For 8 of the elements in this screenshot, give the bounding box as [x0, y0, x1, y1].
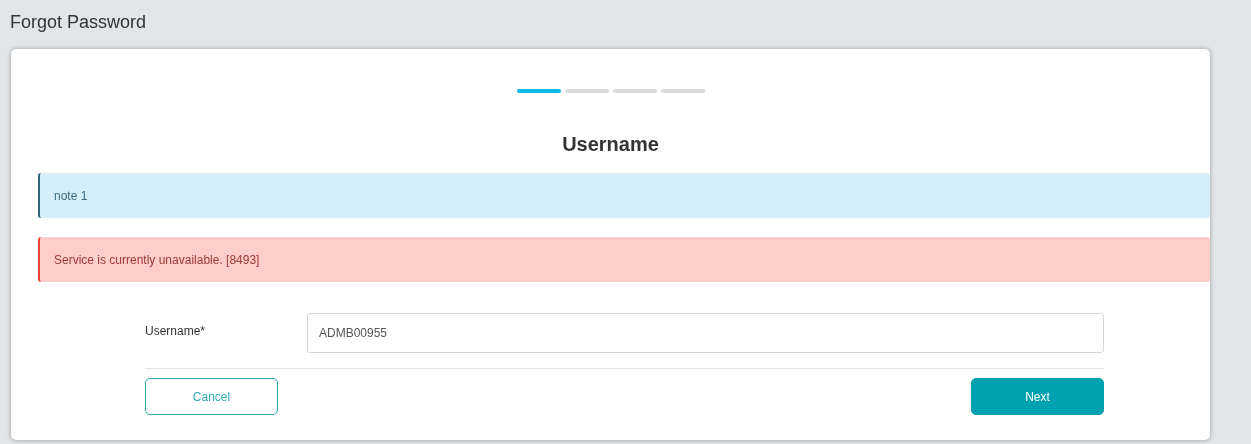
cancel-button[interactable]: Cancel [145, 378, 278, 415]
field-label: Username* [145, 323, 207, 340]
step-heading: Username [562, 132, 659, 157]
error-alert: Service is currently unavailable. [8493] [38, 237, 1210, 282]
username-field[interactable]: ADMB00955 [307, 313, 1104, 353]
page-title: Forgot Password [10, 10, 147, 34]
info-alert: note 1 [38, 173, 1210, 218]
next-button[interactable]: Next [971, 378, 1104, 415]
